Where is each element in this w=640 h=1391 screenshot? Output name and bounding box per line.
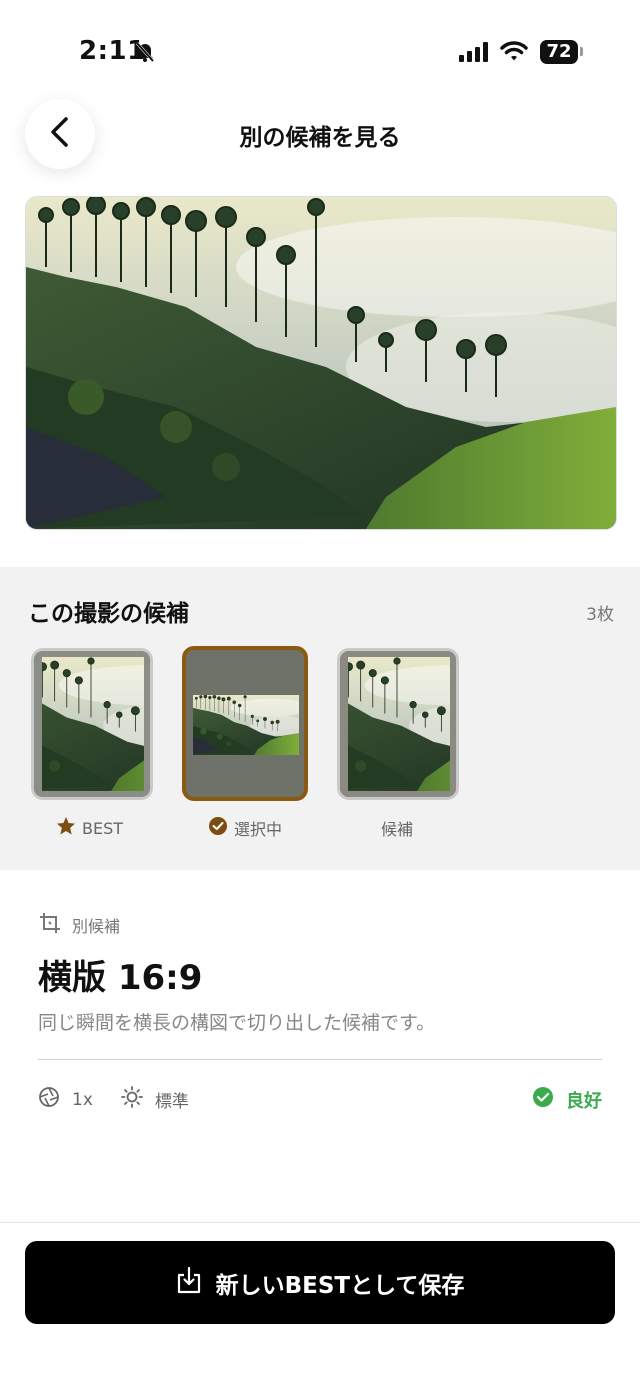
zoom-info: 1x bbox=[38, 1086, 93, 1113]
quality-status: 良好 bbox=[532, 1086, 602, 1113]
candidates-count: 3枚 bbox=[586, 605, 614, 625]
download-icon bbox=[176, 1266, 202, 1300]
check-circle-icon bbox=[208, 816, 228, 840]
candidate-label-selected: 選択中 bbox=[208, 816, 282, 840]
save-as-best-button[interactable]: 新しいBESTとして保存 bbox=[25, 1241, 615, 1324]
star-icon bbox=[56, 816, 76, 840]
detail-title: 横版 16:9 bbox=[38, 958, 203, 998]
candidate-label-other: 候補 bbox=[381, 820, 414, 839]
battery-icon: 72 bbox=[540, 40, 578, 64]
exposure-info: 標準 bbox=[120, 1086, 189, 1113]
battery-tip bbox=[580, 47, 583, 56]
candidates-title: この撮影の候補 bbox=[28, 601, 189, 627]
crop-icon bbox=[38, 911, 62, 939]
candidate-thumbnail-selected[interactable] bbox=[182, 646, 308, 801]
preview-image bbox=[25, 196, 617, 530]
meta-row: 1x 標準 bbox=[38, 1086, 217, 1113]
candidate-thumbnail-best[interactable] bbox=[31, 648, 153, 800]
detail-description: 同じ瞬間を横長の構図で切り出した候補です。 bbox=[38, 1012, 436, 1034]
candidate-label-best: BEST bbox=[56, 816, 123, 840]
page-title: 別の候補を見る bbox=[239, 125, 401, 151]
detail-tag: 別候補 bbox=[38, 911, 120, 939]
signal-icon bbox=[459, 42, 491, 66]
wifi-icon bbox=[500, 40, 528, 66]
check-circle-icon bbox=[532, 1086, 554, 1113]
bottom-divider bbox=[0, 1222, 640, 1223]
sun-icon bbox=[120, 1086, 143, 1113]
bell-slash-icon bbox=[134, 40, 156, 66]
status-bar: 2:11 72 bbox=[0, 0, 640, 100]
aperture-icon bbox=[38, 1086, 60, 1113]
divider bbox=[38, 1059, 602, 1060]
candidate-thumbnail-other[interactable] bbox=[337, 648, 459, 800]
